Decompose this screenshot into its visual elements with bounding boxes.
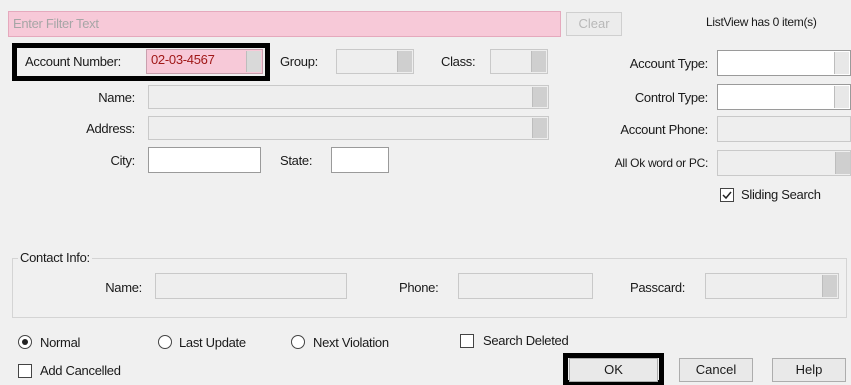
city-field[interactable] [148, 147, 261, 173]
listview-status: ListView has 0 item(s) [706, 15, 817, 29]
checkmark-icon [722, 191, 732, 200]
normal-radio-label: Normal [40, 335, 81, 350]
contact-name-label: Name: [105, 280, 142, 295]
address-scroll-button[interactable] [532, 118, 547, 138]
account-number-dropdown-button[interactable] [246, 51, 261, 72]
contact-phone-label: Phone: [399, 280, 439, 295]
contact-info-label: Contact Info: [18, 250, 92, 265]
search-deleted-label: Search Deleted [483, 333, 569, 348]
sliding-search-label: Sliding Search [741, 187, 821, 202]
all-ok-label: All Ok word or PC: [614, 156, 709, 170]
group-label: Group: [280, 54, 318, 69]
city-label: City: [110, 153, 135, 168]
class-label: Class: [441, 54, 476, 69]
all-ok-select[interactable] [717, 150, 851, 176]
account-type-select[interactable] [717, 50, 851, 76]
cancel-button[interactable]: Cancel [679, 358, 753, 382]
add-cancelled-checkbox[interactable] [18, 364, 32, 378]
account-type-label: Account Type: [629, 56, 709, 71]
last-update-radio[interactable] [158, 335, 172, 349]
sliding-search-checkbox[interactable] [720, 188, 734, 202]
group-dropdown-button[interactable] [397, 51, 412, 72]
next-violation-radio-label: Next Violation [313, 335, 389, 350]
last-update-radio-label: Last Update [179, 335, 246, 350]
passcard-label: Passcard: [630, 280, 686, 295]
group-select[interactable] [336, 49, 414, 74]
clear-button[interactable]: Clear [566, 12, 622, 36]
all-ok-dropdown-button[interactable] [835, 152, 850, 174]
address-label: Address: [86, 121, 135, 136]
filter-input[interactable]: Enter Filter Text [8, 11, 561, 37]
ok-button[interactable]: OK [569, 358, 658, 382]
help-button[interactable]: Help [772, 358, 846, 382]
control-type-select[interactable] [717, 84, 851, 110]
class-select[interactable] [490, 49, 548, 74]
class-dropdown-button[interactable] [531, 51, 546, 72]
add-cancelled-label: Add Cancelled [40, 363, 121, 378]
search-deleted-checkbox[interactable] [460, 334, 474, 348]
name-scroll-button[interactable] [532, 87, 547, 107]
control-type-label: Control Type: [634, 90, 708, 105]
name-field[interactable] [148, 85, 549, 109]
contact-name-field[interactable] [155, 273, 347, 299]
account-number-field[interactable]: 02-03-4567 [146, 49, 263, 74]
account-phone-label: Account Phone: [620, 122, 708, 137]
account-number-label: Account Number: [25, 54, 121, 69]
account-number-value: 02-03-4567 [151, 52, 215, 67]
control-type-dropdown-button[interactable] [834, 86, 849, 108]
name-label: Name: [98, 90, 135, 105]
next-violation-radio[interactable] [291, 335, 305, 349]
normal-radio[interactable] [18, 335, 32, 349]
address-field[interactable] [148, 116, 549, 140]
account-phone-field[interactable] [717, 116, 851, 142]
contact-phone-field[interactable] [458, 273, 593, 299]
passcard-select[interactable] [705, 273, 839, 299]
passcard-dropdown-button[interactable] [822, 275, 837, 297]
radio-selected-dot [22, 339, 28, 345]
state-field[interactable] [331, 147, 389, 173]
state-label: State: [280, 153, 313, 168]
account-type-dropdown-button[interactable] [834, 52, 849, 74]
